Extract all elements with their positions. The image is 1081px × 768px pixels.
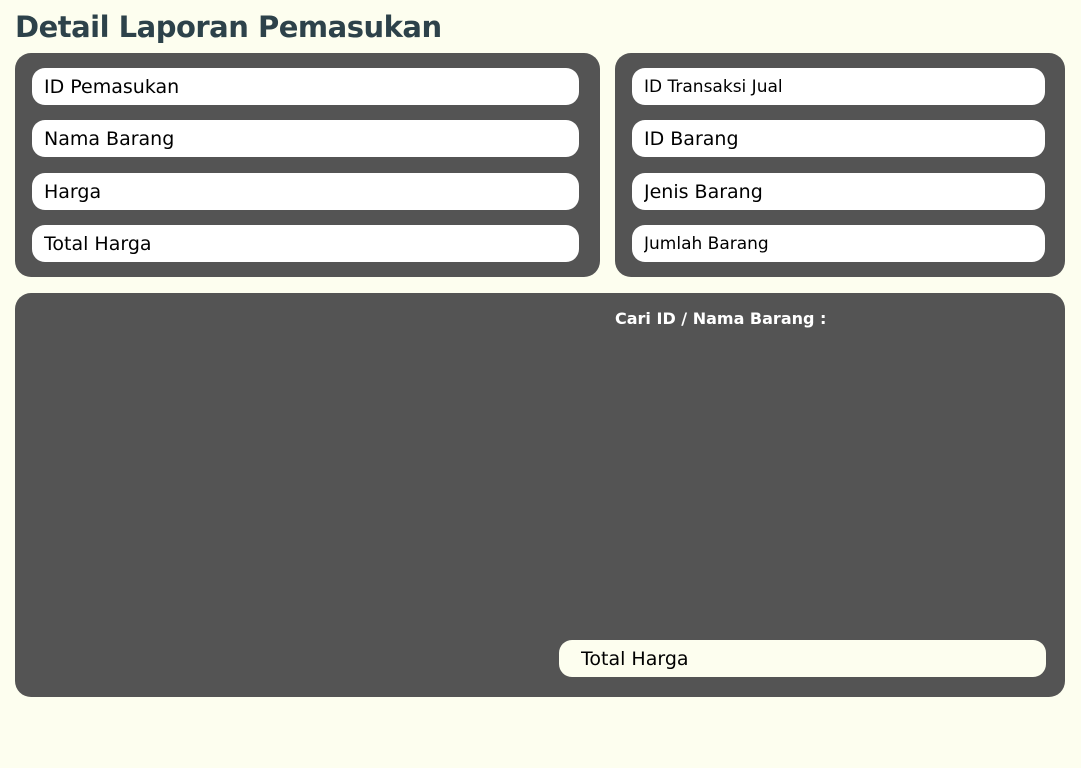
grand-total-field[interactable] xyxy=(559,640,1046,677)
jenis-barang-field[interactable] xyxy=(632,173,1045,210)
item-details-panel xyxy=(15,53,600,277)
jumlah-barang-field[interactable] xyxy=(632,225,1045,262)
id-transaksi-jual-field[interactable] xyxy=(632,68,1045,105)
search-label: Cari ID / Nama Barang : xyxy=(615,309,827,328)
harga-field[interactable] xyxy=(32,173,579,210)
page-title: Detail Laporan Pemasukan xyxy=(15,10,442,44)
nama-barang-field[interactable] xyxy=(32,120,579,157)
total-harga-field[interactable] xyxy=(32,225,579,262)
transaction-details-panel xyxy=(615,53,1065,277)
report-table-panel: Cari ID / Nama Barang : xyxy=(15,293,1065,697)
id-barang-field[interactable] xyxy=(632,120,1045,157)
id-pemasukan-field[interactable] xyxy=(32,68,579,105)
